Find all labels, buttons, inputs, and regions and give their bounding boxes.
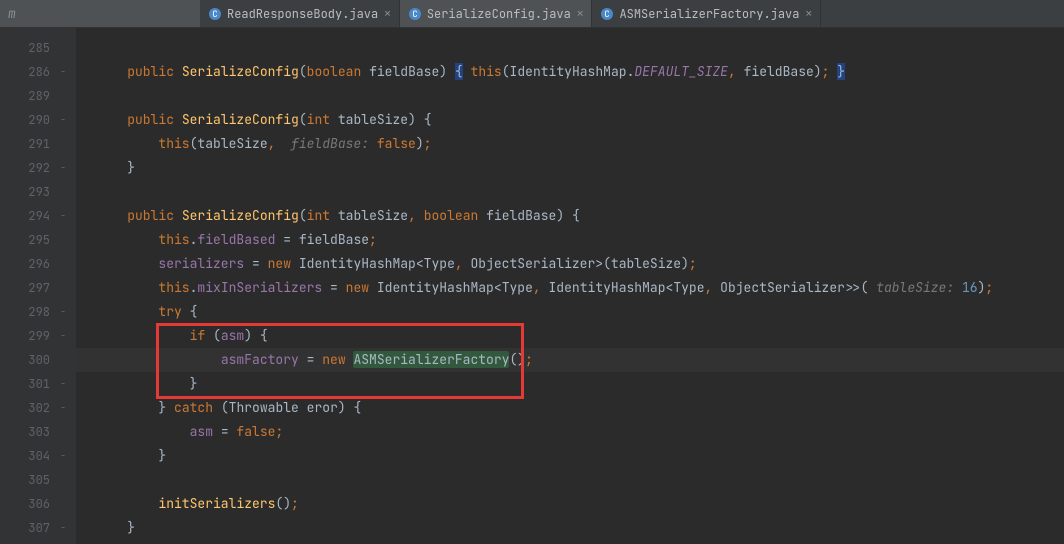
line-number: 289 xyxy=(0,84,56,108)
code-line[interactable]: } xyxy=(76,156,1064,180)
editor[interactable]: 285 286 289 290 291 292 293 294 295 296 … xyxy=(0,28,1064,544)
line-number: 286 xyxy=(0,60,56,84)
fold-mark[interactable] xyxy=(56,132,76,156)
line-number: 306 xyxy=(0,492,56,516)
svg-text:C: C xyxy=(212,8,217,20)
line-number: 291 xyxy=(0,132,56,156)
fold-mark[interactable] xyxy=(56,276,76,300)
code-line[interactable]: public SerializeConfig(int tableSize) { xyxy=(76,108,1064,132)
line-number: 297 xyxy=(0,276,56,300)
line-number: 290 xyxy=(0,108,56,132)
code-line[interactable]: initSerializers(); xyxy=(76,492,1064,516)
fold-mark[interactable]: − xyxy=(56,60,76,84)
fold-mark[interactable]: − xyxy=(56,204,76,228)
tab-label: ReadResponseBody.java xyxy=(227,6,378,22)
line-number: 299 xyxy=(0,324,56,348)
code-line[interactable]: } xyxy=(76,516,1064,540)
fold-mark[interactable]: − xyxy=(56,108,76,132)
code-line[interactable] xyxy=(76,180,1064,204)
fold-mark[interactable]: − xyxy=(56,444,76,468)
line-number: 307 xyxy=(0,516,56,540)
close-icon[interactable]: ✕ xyxy=(577,7,584,21)
code-line[interactable]: serializers = new IdentityHashMap<Type, … xyxy=(76,252,1064,276)
code-line[interactable]: asmFactory = new ASMSerializerFactory(); xyxy=(76,348,1064,372)
fold-mark[interactable] xyxy=(56,468,76,492)
tab-bar: m C ReadResponseBody.java ✕ C SerializeC… xyxy=(0,0,1064,28)
tab-serialize-config[interactable]: C SerializeConfig.java ✕ xyxy=(400,0,593,27)
line-number: 298 xyxy=(0,300,56,324)
gutter: 285 286 289 290 291 292 293 294 295 296 … xyxy=(0,28,56,544)
fold-mark[interactable] xyxy=(56,252,76,276)
code-line[interactable]: } catch (Throwable eror) { xyxy=(76,396,1064,420)
java-class-icon: C xyxy=(208,7,222,21)
fold-mark[interactable]: − xyxy=(56,396,76,420)
code-line[interactable] xyxy=(76,36,1064,60)
tab-read-response[interactable]: C ReadResponseBody.java ✕ xyxy=(200,0,400,27)
line-number: 302 xyxy=(0,396,56,420)
line-number: 285 xyxy=(0,36,56,60)
close-icon[interactable]: ✕ xyxy=(805,7,812,21)
code-line[interactable]: this.mixInSerializers = new IdentityHash… xyxy=(76,276,1064,300)
code-line[interactable]: } xyxy=(76,372,1064,396)
svg-text:C: C xyxy=(605,8,610,20)
fold-mark[interactable]: − xyxy=(56,300,76,324)
close-icon[interactable]: ✕ xyxy=(384,7,391,21)
code-line[interactable]: } xyxy=(76,444,1064,468)
fold-mark[interactable] xyxy=(56,420,76,444)
code-line[interactable] xyxy=(76,84,1064,108)
code-line[interactable]: public SerializeConfig(boolean fieldBase… xyxy=(76,60,1064,84)
fold-column: − − − − − − − − − − xyxy=(56,28,76,544)
fold-mark[interactable]: − xyxy=(56,372,76,396)
line-number: 300 xyxy=(0,348,56,372)
line-number: 295 xyxy=(0,228,56,252)
java-class-icon: C xyxy=(600,7,614,21)
line-number: 305 xyxy=(0,468,56,492)
code-line[interactable]: if (asm) { xyxy=(76,324,1064,348)
fold-mark[interactable]: − xyxy=(56,516,76,540)
tab-label: ASMSerializerFactory.java xyxy=(619,6,799,22)
tab-placeholder: m xyxy=(0,0,200,27)
fold-mark[interactable] xyxy=(56,492,76,516)
code-area[interactable]: public SerializeConfig(boolean fieldBase… xyxy=(76,28,1064,544)
line-number: 296 xyxy=(0,252,56,276)
java-class-icon: C xyxy=(408,7,422,21)
code-line[interactable]: try { xyxy=(76,300,1064,324)
fold-mark[interactable] xyxy=(56,228,76,252)
tab-placeholder-label: m xyxy=(8,5,16,22)
svg-text:C: C xyxy=(412,8,417,20)
tab-label: SerializeConfig.java xyxy=(427,6,571,22)
line-number: 301 xyxy=(0,372,56,396)
fold-mark[interactable]: − xyxy=(56,156,76,180)
fold-mark[interactable] xyxy=(56,36,76,60)
fold-mark[interactable] xyxy=(56,348,76,372)
line-number: 292 xyxy=(0,156,56,180)
fold-mark[interactable] xyxy=(56,180,76,204)
code-line[interactable]: public SerializeConfig(int tableSize, bo… xyxy=(76,204,1064,228)
line-number: 304 xyxy=(0,444,56,468)
line-number: 303 xyxy=(0,420,56,444)
code-line[interactable] xyxy=(76,468,1064,492)
fold-mark[interactable]: − xyxy=(56,324,76,348)
line-number: 293 xyxy=(0,180,56,204)
code-line[interactable]: this(tableSize, fieldBase: false); xyxy=(76,132,1064,156)
code-line[interactable]: this.fieldBased = fieldBase; xyxy=(76,228,1064,252)
code-line[interactable]: asm = false; xyxy=(76,420,1064,444)
tab-asm-factory[interactable]: C ASMSerializerFactory.java ✕ xyxy=(592,0,821,27)
fold-mark[interactable] xyxy=(56,84,76,108)
line-number: 294 xyxy=(0,204,56,228)
